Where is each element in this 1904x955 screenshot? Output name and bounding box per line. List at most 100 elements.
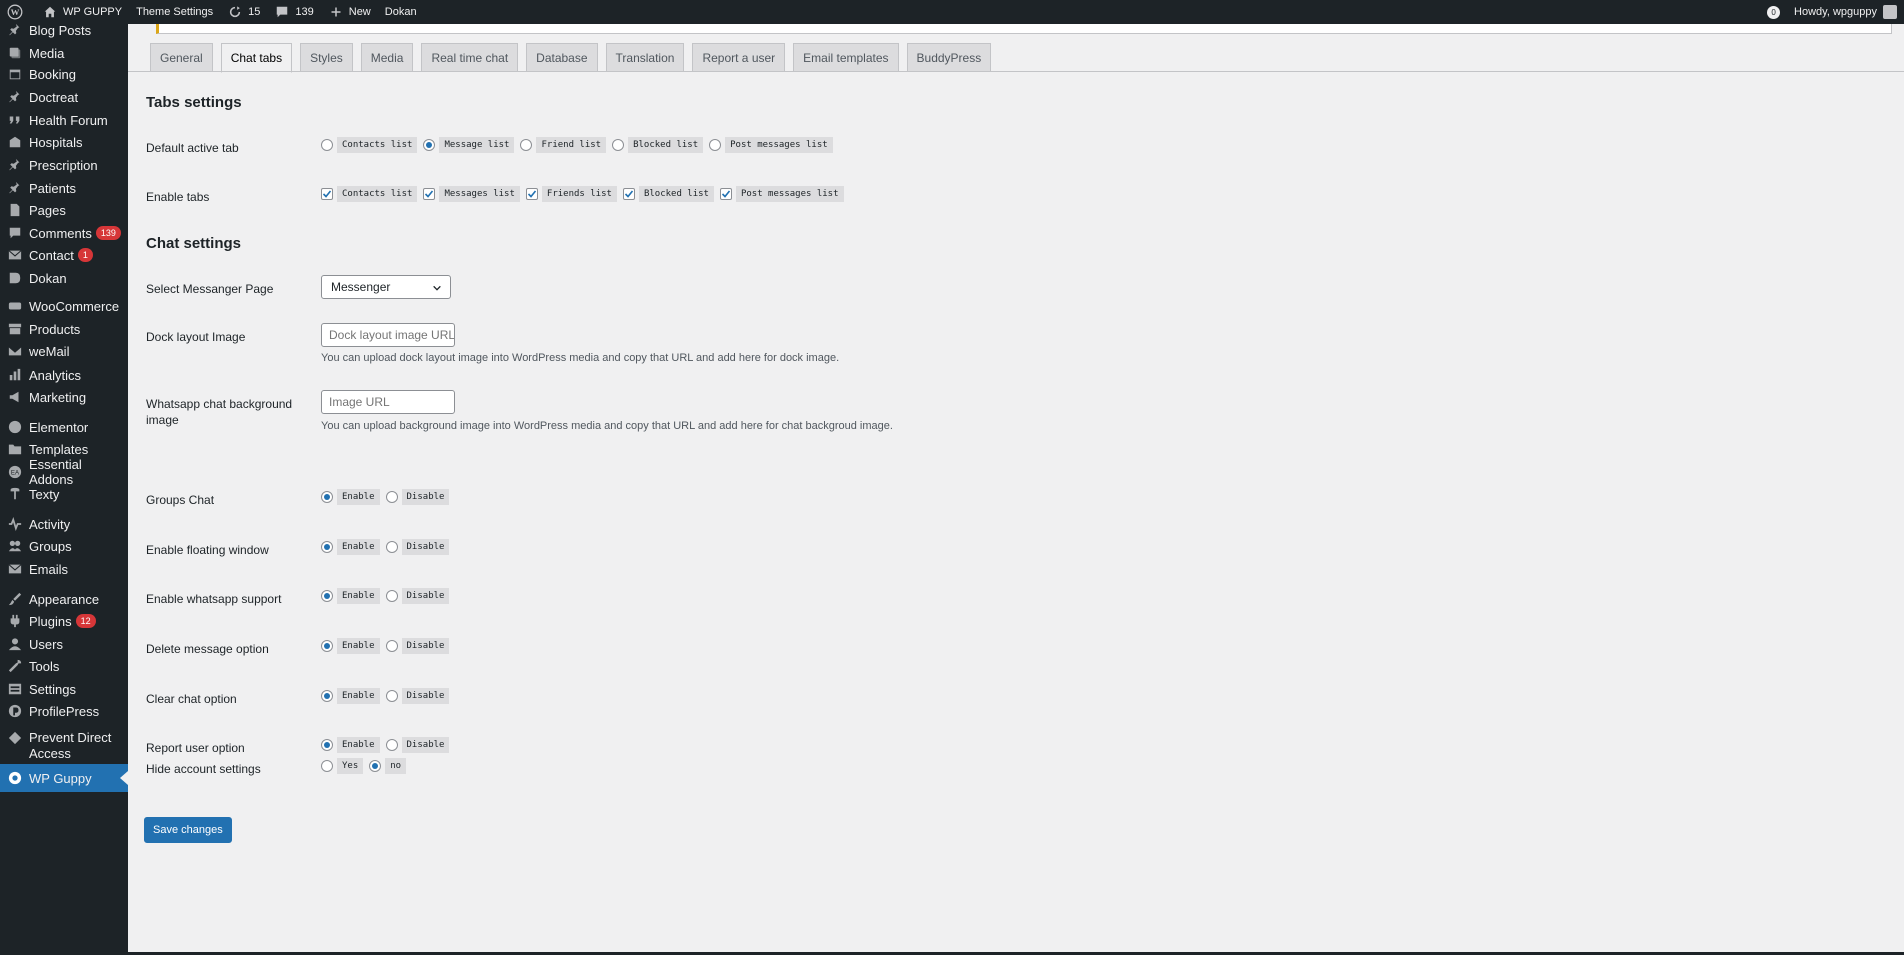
hide-account-yes-radio[interactable] bbox=[321, 760, 333, 772]
hide-account-options: Yes no bbox=[321, 758, 412, 774]
enable-tab-checkbox[interactable] bbox=[321, 188, 333, 200]
sidebar-item-appearance[interactable]: Appearance bbox=[0, 588, 128, 610]
wp-logo-menu[interactable]: W bbox=[0, 0, 35, 24]
tabs-settings-title: Tabs settings bbox=[146, 94, 242, 111]
sidebar-item-contact[interactable]: Contact 1 bbox=[0, 244, 128, 266]
report-user-option-disable-radio[interactable] bbox=[385, 739, 398, 751]
sidebar-item-activity[interactable]: Activity bbox=[0, 513, 128, 535]
enable-tab-option-label: Contacts list bbox=[337, 186, 418, 202]
theme-settings-link[interactable]: Theme Settings bbox=[129, 0, 220, 24]
sidebar-item-emails[interactable]: Emails bbox=[0, 558, 128, 580]
sidebar-item-patients[interactable]: Patients bbox=[0, 177, 128, 199]
groups-chat-label: Groups Chat bbox=[146, 493, 215, 507]
sidebar-item-wemail[interactable]: weMail bbox=[0, 340, 128, 362]
sidebar-item-prescription[interactable]: Prescription bbox=[0, 154, 128, 176]
tab-translation[interactable]: Translation bbox=[605, 43, 685, 72]
tab-chat-tabs[interactable]: Chat tabs bbox=[220, 43, 293, 73]
sidebar-item-marketing[interactable]: Marketing bbox=[0, 386, 128, 408]
sidebar-item-pages[interactable]: Pages bbox=[0, 199, 128, 221]
notifications-link[interactable]: 0 bbox=[1760, 0, 1787, 24]
sidebar-item-plugins[interactable]: Plugins 12 bbox=[0, 610, 128, 632]
enable-tab-checkbox[interactable] bbox=[423, 188, 436, 200]
sidebar-item-tools[interactable]: Tools bbox=[0, 655, 128, 677]
site-name-menu[interactable]: WP GUPPY bbox=[35, 0, 129, 24]
enable-floating-window-enable-radio[interactable] bbox=[321, 541, 333, 553]
clear-chat-option-label: Clear chat option bbox=[146, 692, 237, 706]
sidebar-item-analytics[interactable]: Analytics bbox=[0, 364, 128, 386]
clear-chat-option-enable-radio[interactable] bbox=[321, 690, 333, 702]
comments-link[interactable]: 139 bbox=[267, 0, 320, 24]
whatsapp-bg-input[interactable] bbox=[321, 390, 455, 414]
sidebar-item-texty[interactable]: Texty bbox=[0, 483, 128, 505]
sidebar-item-label: Marketing bbox=[29, 389, 87, 405]
sidebar-item-users[interactable]: Users bbox=[0, 633, 128, 655]
report-user-option-enable-radio[interactable] bbox=[321, 739, 333, 751]
whatsapp-bg-label-line1: Whatsapp chat background bbox=[146, 397, 293, 411]
sidebar-item-essential-addons[interactable]: EA Essential Addons bbox=[0, 457, 128, 487]
hide-account-no-radio[interactable] bbox=[369, 760, 382, 772]
tab-buddypress[interactable]: BuddyPress bbox=[906, 43, 992, 72]
sidebar-item-groups[interactable]: Groups bbox=[0, 535, 128, 557]
enable-whatsapp-support-options: Enable Disable bbox=[321, 588, 455, 604]
enable-floating-window-enable-label: Enable bbox=[337, 539, 380, 555]
new-content-link[interactable]: New bbox=[321, 0, 378, 24]
default-tab-radio[interactable] bbox=[520, 139, 533, 151]
delete-message-option-enable-radio[interactable] bbox=[321, 640, 333, 652]
default-tab-option-label: Blocked list bbox=[628, 137, 704, 153]
enable-tab-checkbox[interactable] bbox=[622, 188, 635, 200]
enable-whatsapp-support-enable-radio[interactable] bbox=[321, 590, 333, 602]
sidebar-item-profilepress[interactable]: ProfilePress bbox=[0, 700, 128, 722]
delete-message-option-disable-radio[interactable] bbox=[385, 640, 398, 652]
default-tab-radio[interactable] bbox=[423, 139, 436, 151]
report-user-option-enable-label: Enable bbox=[337, 737, 380, 753]
sidebar-item-prevent-direct-access[interactable]: Prevent Direct Access bbox=[0, 730, 128, 764]
tab-media[interactable]: Media bbox=[360, 43, 414, 72]
sidebar-item-label: Hospitals bbox=[29, 134, 83, 150]
tab-database[interactable]: Database bbox=[526, 43, 598, 72]
dokan-link[interactable]: Dokan bbox=[378, 0, 424, 24]
my-account-menu[interactable]: Howdy, wpguppy bbox=[1787, 0, 1904, 24]
default-tab-radio[interactable] bbox=[612, 139, 625, 151]
save-changes-button[interactable]: Save changes bbox=[144, 817, 232, 843]
sidebar-item-elementor[interactable]: Elementor bbox=[0, 416, 128, 438]
sidebar-item-health-forum[interactable]: Health Forum bbox=[0, 109, 128, 131]
guppy-icon bbox=[7, 770, 23, 786]
messenger-page-select[interactable]: Messenger bbox=[321, 275, 451, 299]
enable-whatsapp-support-disable-label: Disable bbox=[401, 588, 450, 604]
sidebar-item-products[interactable]: Products bbox=[0, 318, 128, 340]
clear-chat-option-disable-radio[interactable] bbox=[385, 690, 398, 702]
sidebar-item-booking[interactable]: Booking bbox=[0, 63, 128, 85]
sidebar-item-label: Prevent Direct Access bbox=[29, 730, 112, 761]
sidebar-item-settings[interactable]: Settings bbox=[0, 678, 128, 700]
tab-email-templates[interactable]: Email templates bbox=[793, 43, 899, 72]
default-tab-radio[interactable] bbox=[321, 139, 333, 151]
sidebar-item-blog-posts[interactable]: Blog Posts bbox=[0, 24, 128, 41]
default-tab-radio[interactable] bbox=[709, 139, 722, 151]
enable-tab-checkbox[interactable] bbox=[525, 188, 538, 200]
tab-real-time-chat[interactable]: Real time chat bbox=[421, 43, 519, 72]
sidebar-item-woocommerce[interactable]: WooCommerce bbox=[0, 295, 128, 317]
sidebar-item-wp-guppy[interactable]: WP Guppy bbox=[0, 764, 128, 792]
tab-styles[interactable]: Styles bbox=[300, 43, 353, 72]
activity-icon bbox=[7, 516, 23, 532]
enable-floating-window-disable-radio[interactable] bbox=[385, 541, 398, 553]
groups-chat-disable-radio[interactable] bbox=[385, 491, 398, 503]
enable-whatsapp-support-disable-radio[interactable] bbox=[385, 590, 398, 602]
sidebar-item-hospitals[interactable]: Hospitals bbox=[0, 131, 128, 153]
updates-count: 15 bbox=[248, 6, 261, 18]
messenger-page-label: Select Messanger Page bbox=[146, 282, 274, 296]
sidebar-item-comments[interactable]: Comments 139 bbox=[0, 222, 128, 244]
enable-floating-window-label: Enable floating window bbox=[146, 543, 269, 557]
sidebar-item-label: Media bbox=[29, 45, 65, 61]
sidebar-item-media[interactable]: Media bbox=[0, 42, 128, 64]
tab-report-a-user[interactable]: Report a user bbox=[692, 43, 786, 72]
tab-general[interactable]: General bbox=[150, 43, 213, 72]
groups-chat-enable-radio[interactable] bbox=[321, 491, 333, 503]
sidebar-item-dokan[interactable]: Dokan bbox=[0, 267, 128, 289]
enable-tab-checkbox[interactable] bbox=[719, 188, 732, 200]
ea-icon: EA bbox=[7, 464, 23, 480]
texty-icon bbox=[7, 486, 23, 502]
sidebar-item-doctreat[interactable]: Doctreat bbox=[0, 86, 128, 108]
dock-layout-input[interactable] bbox=[321, 323, 455, 347]
updates-link[interactable]: 15 bbox=[220, 0, 267, 24]
